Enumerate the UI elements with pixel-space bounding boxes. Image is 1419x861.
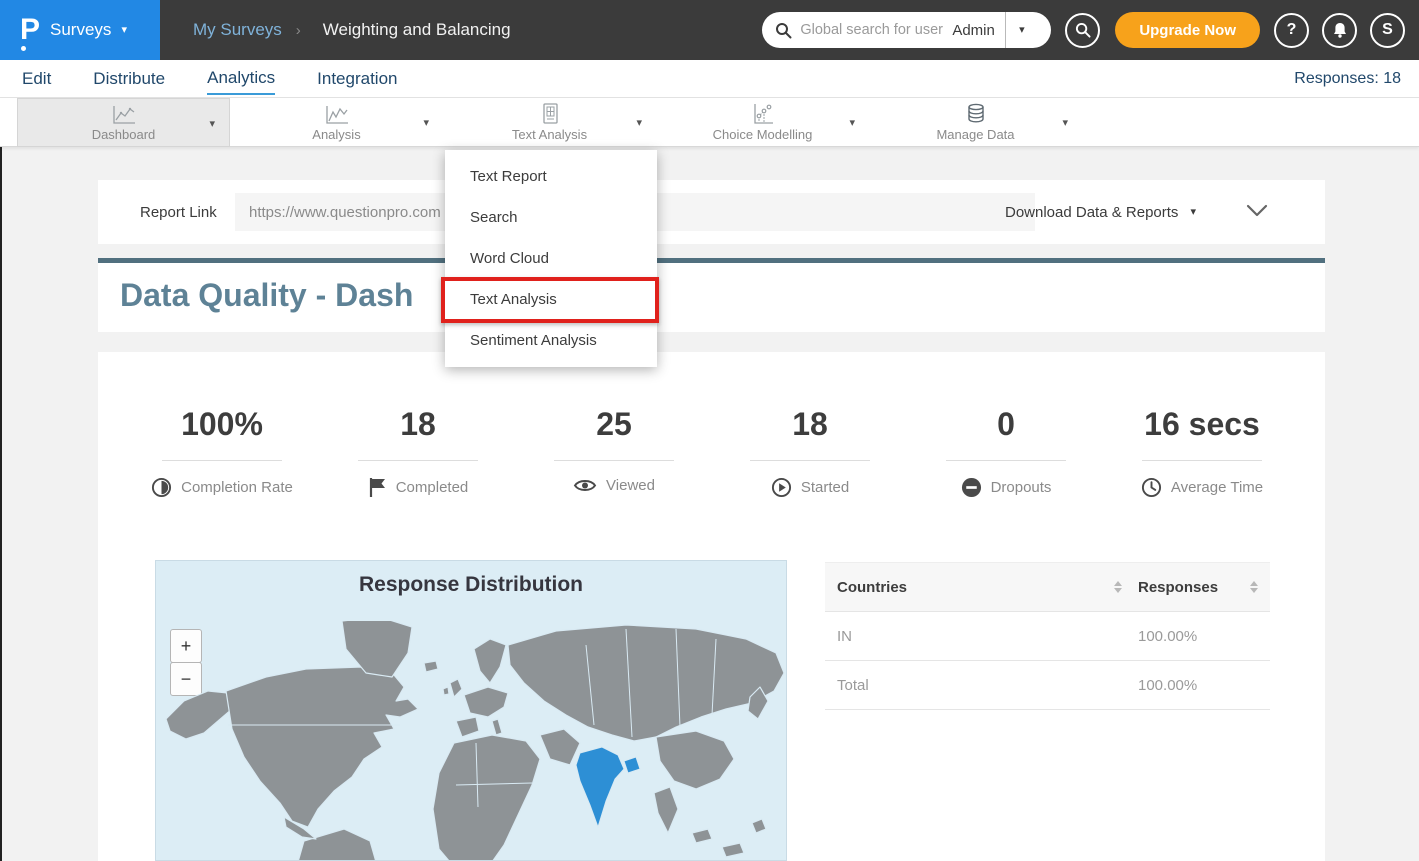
page-title: Data Quality - Dash bbox=[120, 277, 413, 314]
bell-icon bbox=[1332, 22, 1348, 39]
dashboard-main-card: 100% Completion Rate 18 Completed 25 bbox=[98, 352, 1325, 861]
stat-completion-rate: 100% Completion Rate bbox=[124, 404, 320, 498]
nav-item-analytics[interactable]: Analytics bbox=[207, 62, 275, 95]
response-distribution-map: Response Distribution + − bbox=[155, 560, 787, 861]
chevron-down-icon[interactable]: ▾ bbox=[849, 118, 855, 129]
report-link-card: Report Link Download Data & Reports ▾ bbox=[98, 180, 1325, 244]
menu-item-text-analysis[interactable]: Text Analysis bbox=[445, 279, 657, 320]
chevron-down-icon: ▾ bbox=[121, 25, 127, 36]
avatar-initial: S bbox=[1382, 21, 1393, 39]
chevron-down-icon[interactable]: ▾ bbox=[1062, 118, 1068, 129]
tab-manage-data[interactable]: Manage Data ▾ bbox=[869, 98, 1082, 147]
notifications-button[interactable] bbox=[1322, 13, 1357, 48]
map-title: Response Distribution bbox=[156, 573, 786, 597]
questionpro-logo: P bbox=[20, 15, 40, 45]
product-name: Surveys bbox=[50, 20, 111, 40]
table-row: Total 100.00% bbox=[825, 661, 1270, 710]
stat-dropouts: 0 Dropouts bbox=[908, 404, 1104, 498]
analytics-toolbar: Dashboard ▾ Analysis ▾ Text Analysis ▾ C… bbox=[0, 98, 1419, 147]
breadcrumb-survey-title: Weighting and Balancing bbox=[323, 20, 511, 40]
tab-text-analysis[interactable]: Text Analysis ▾ bbox=[443, 98, 656, 147]
country-responses: 100.00% bbox=[1138, 628, 1197, 645]
upgrade-now-button[interactable]: Upgrade Now bbox=[1115, 12, 1260, 48]
country-code: Total bbox=[837, 677, 869, 694]
search-input[interactable] bbox=[800, 22, 950, 38]
survey-stats-row: 100% Completion Rate 18 Completed 25 bbox=[124, 404, 1300, 498]
database-icon bbox=[965, 103, 987, 125]
map-country-india[interactable] bbox=[576, 747, 640, 827]
scatter-chart-icon bbox=[751, 103, 775, 125]
line-chart-icon bbox=[324, 103, 350, 125]
chevron-down-icon: ▾ bbox=[1190, 207, 1196, 218]
stat-completed: 18 Completed bbox=[320, 404, 516, 498]
stat-viewed: 25 Viewed bbox=[516, 404, 712, 498]
line-chart-icon bbox=[111, 103, 137, 125]
country-code: IN bbox=[837, 628, 852, 645]
responses-header-label: Responses bbox=[1138, 579, 1218, 596]
eye-icon bbox=[573, 477, 597, 494]
countries-header-label: Countries bbox=[837, 579, 907, 596]
menu-item-search[interactable]: Search bbox=[445, 197, 657, 238]
stat-started: 18 Started bbox=[712, 404, 908, 498]
menu-item-text-report[interactable]: Text Report bbox=[445, 156, 657, 197]
tab-dashboard[interactable]: Dashboard ▾ bbox=[17, 98, 230, 147]
menu-item-sentiment-analysis[interactable]: Sentiment Analysis bbox=[445, 320, 657, 361]
breadcrumb: My Surveys › Weighting and Balancing bbox=[193, 20, 511, 40]
search-button[interactable] bbox=[1065, 13, 1100, 48]
search-scope-label: Admin bbox=[952, 22, 995, 39]
text-document-icon bbox=[540, 103, 560, 125]
responses-count: Responses: 18 bbox=[1294, 70, 1401, 88]
world-map[interactable] bbox=[156, 621, 787, 861]
collapse-chevron-icon[interactable] bbox=[1246, 204, 1268, 218]
stat-average-time: 16 secs Average Time bbox=[1104, 404, 1300, 498]
nav-item-distribute[interactable]: Distribute bbox=[93, 63, 165, 94]
minus-circle-icon bbox=[961, 477, 982, 498]
logo-dot bbox=[21, 46, 26, 51]
question-mark-icon: ? bbox=[1287, 21, 1297, 39]
tab-analysis[interactable]: Analysis ▾ bbox=[230, 98, 443, 147]
country-responses: 100.00% bbox=[1138, 677, 1197, 694]
chevron-down-icon[interactable]: ▾ bbox=[636, 118, 642, 129]
menu-item-word-cloud[interactable]: Word Cloud bbox=[445, 238, 657, 279]
collapsed-sidebar-edge bbox=[0, 147, 2, 861]
chevron-down-icon[interactable]: ▾ bbox=[423, 118, 429, 129]
breadcrumb-my-surveys[interactable]: My Surveys bbox=[193, 20, 282, 40]
flag-icon bbox=[368, 477, 387, 498]
play-circle-icon bbox=[771, 477, 792, 498]
clock-icon bbox=[1141, 477, 1162, 498]
user-avatar[interactable]: S bbox=[1370, 13, 1405, 48]
countries-table: Countries Responses IN 100.00% Total 100… bbox=[825, 562, 1270, 710]
survey-nav: Edit Distribute Analytics Integration Re… bbox=[0, 60, 1419, 98]
completion-rate-icon bbox=[151, 477, 172, 498]
search-icon bbox=[775, 22, 792, 39]
global-search: Admin ▾ bbox=[762, 12, 1051, 48]
search-scope-dropdown[interactable]: ▾ bbox=[1006, 25, 1038, 36]
top-bar: P Surveys ▾ My Surveys › Weighting and B… bbox=[0, 0, 1419, 60]
tab-choice-modelling[interactable]: Choice Modelling ▾ bbox=[656, 98, 869, 147]
surveys-product-switcher[interactable]: P Surveys ▾ bbox=[0, 0, 160, 60]
topbar-actions: Admin ▾ Upgrade Now ? S bbox=[762, 0, 1419, 60]
breadcrumb-separator-icon: › bbox=[296, 22, 301, 39]
search-icon bbox=[1075, 22, 1091, 38]
nav-item-edit[interactable]: Edit bbox=[22, 63, 51, 94]
sort-icon[interactable] bbox=[1114, 581, 1122, 593]
text-analysis-dropdown-menu: Text Report Search Word Cloud Text Analy… bbox=[445, 150, 657, 367]
table-row: IN 100.00% bbox=[825, 612, 1270, 661]
data-quality-card: Data Quality - Dash bbox=[98, 258, 1325, 332]
sort-icon[interactable] bbox=[1250, 581, 1258, 593]
help-button[interactable]: ? bbox=[1274, 13, 1309, 48]
chevron-down-icon[interactable]: ▾ bbox=[209, 119, 215, 130]
countries-table-header: Countries Responses bbox=[825, 562, 1270, 612]
nav-item-integration[interactable]: Integration bbox=[317, 63, 397, 94]
report-link-label: Report Link bbox=[140, 180, 217, 244]
download-data-reports-dropdown[interactable]: Download Data & Reports ▾ bbox=[1005, 180, 1196, 244]
